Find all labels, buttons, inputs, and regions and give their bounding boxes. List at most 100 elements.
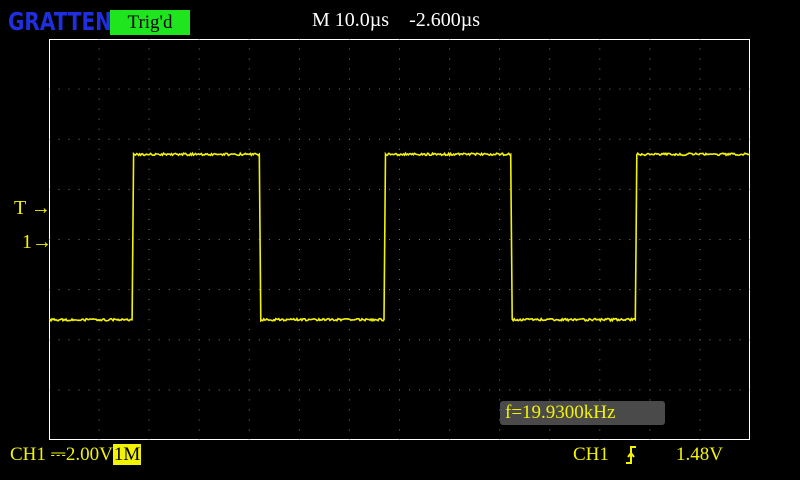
grid-dot [59, 339, 60, 340]
grid-dot [449, 279, 450, 280]
grid-dot [709, 239, 710, 240]
grid-dot [59, 139, 60, 140]
grid-dot [149, 259, 150, 260]
grid-dot [119, 89, 120, 90]
grid-dot [499, 430, 500, 431]
grid-dot [469, 289, 470, 290]
grid-dot [449, 99, 450, 100]
grid-dot [459, 389, 460, 390]
grid-dot [499, 279, 500, 280]
grid-dot [299, 149, 300, 150]
grid-dot [449, 259, 450, 260]
grid-dot [59, 289, 60, 290]
grid-dot [429, 289, 430, 290]
grid-dot [329, 239, 330, 240]
grid-dot [599, 209, 600, 210]
grid-dot [379, 89, 380, 90]
grid-dot [299, 129, 300, 130]
grid-dot [389, 189, 390, 190]
grid-dot [329, 139, 330, 140]
grid-dot [599, 79, 600, 80]
grid-dot [259, 389, 260, 390]
grid-dot [389, 339, 390, 340]
grid-dot [750, 389, 751, 390]
grid-dot [159, 339, 160, 340]
grid-dot [249, 399, 250, 400]
grid-dot [649, 119, 650, 120]
grid-dot [279, 339, 280, 340]
grid-dot [699, 219, 700, 220]
grid-dot [249, 279, 250, 280]
grid-dot [559, 289, 560, 290]
grid-dot [269, 239, 270, 240]
grid-dot [489, 339, 490, 340]
impedance-badge: 1M [113, 444, 141, 465]
grid-dot [549, 289, 550, 290]
grid-dot [289, 389, 290, 390]
grid-dot [509, 339, 510, 340]
grid-dot [399, 39, 400, 40]
grid-dot [549, 299, 550, 300]
grid-dot [189, 339, 190, 340]
grid-dot [699, 149, 700, 150]
grid-dot [399, 339, 400, 340]
grid-dot [349, 430, 350, 431]
grid-dot [299, 339, 300, 340]
grid-dot [740, 189, 741, 190]
grid-dot [509, 189, 510, 190]
grid-dot [499, 219, 500, 220]
grid-dot [509, 389, 510, 390]
grid-dot [79, 89, 80, 90]
grid-dot [279, 189, 280, 190]
grid-dot [730, 89, 731, 90]
grid-dot [249, 430, 250, 431]
grid-dot [679, 239, 680, 240]
grid-dot [299, 159, 300, 160]
grid-dot [69, 339, 70, 340]
grid-dot [740, 289, 741, 290]
grid-dot [399, 179, 400, 180]
grid-dot [219, 339, 220, 340]
grid-dot [589, 89, 590, 90]
grid-dot [199, 430, 200, 431]
grid-dot [549, 159, 550, 160]
grid-dot [299, 409, 300, 410]
grid-dot [649, 359, 650, 360]
grid-dot [699, 129, 700, 130]
grid-dot [529, 139, 530, 140]
grid-dot [549, 139, 550, 140]
grid-dot [599, 169, 600, 170]
grid-dot [199, 169, 200, 170]
grid-dot [429, 239, 430, 240]
grid-dot [149, 39, 150, 40]
grid-dot [499, 379, 500, 380]
ch1-settings[interactable]: CH1 ⎓2.00V1M [10, 444, 141, 466]
grid-dot [249, 189, 250, 190]
grid-dot [199, 49, 200, 50]
grid-dot [329, 289, 330, 290]
grid-dot [609, 189, 610, 190]
grid-dot [399, 259, 400, 260]
grid-dot [129, 239, 130, 240]
grid-dot [649, 149, 650, 150]
grid-dot [149, 69, 150, 70]
grid-dot [399, 440, 400, 441]
grid-dot [149, 379, 150, 380]
grid-dot [149, 359, 150, 360]
timebase-value: M 10.0µs [312, 9, 389, 31]
grid-dot [689, 189, 690, 190]
grid-dot [249, 69, 250, 70]
grid-dot [699, 139, 700, 140]
grid-dot [299, 189, 300, 190]
grid-dot [149, 219, 150, 220]
grid-dot [219, 189, 220, 190]
grid-dot [439, 89, 440, 90]
grid-dot [549, 149, 550, 150]
grid-dot [419, 89, 420, 90]
grid-dot [639, 289, 640, 290]
grid-dot [149, 399, 150, 400]
grid-dot [99, 99, 100, 100]
grid-dot [499, 59, 500, 60]
grid-dot [479, 89, 480, 90]
grid-dot [609, 139, 610, 140]
